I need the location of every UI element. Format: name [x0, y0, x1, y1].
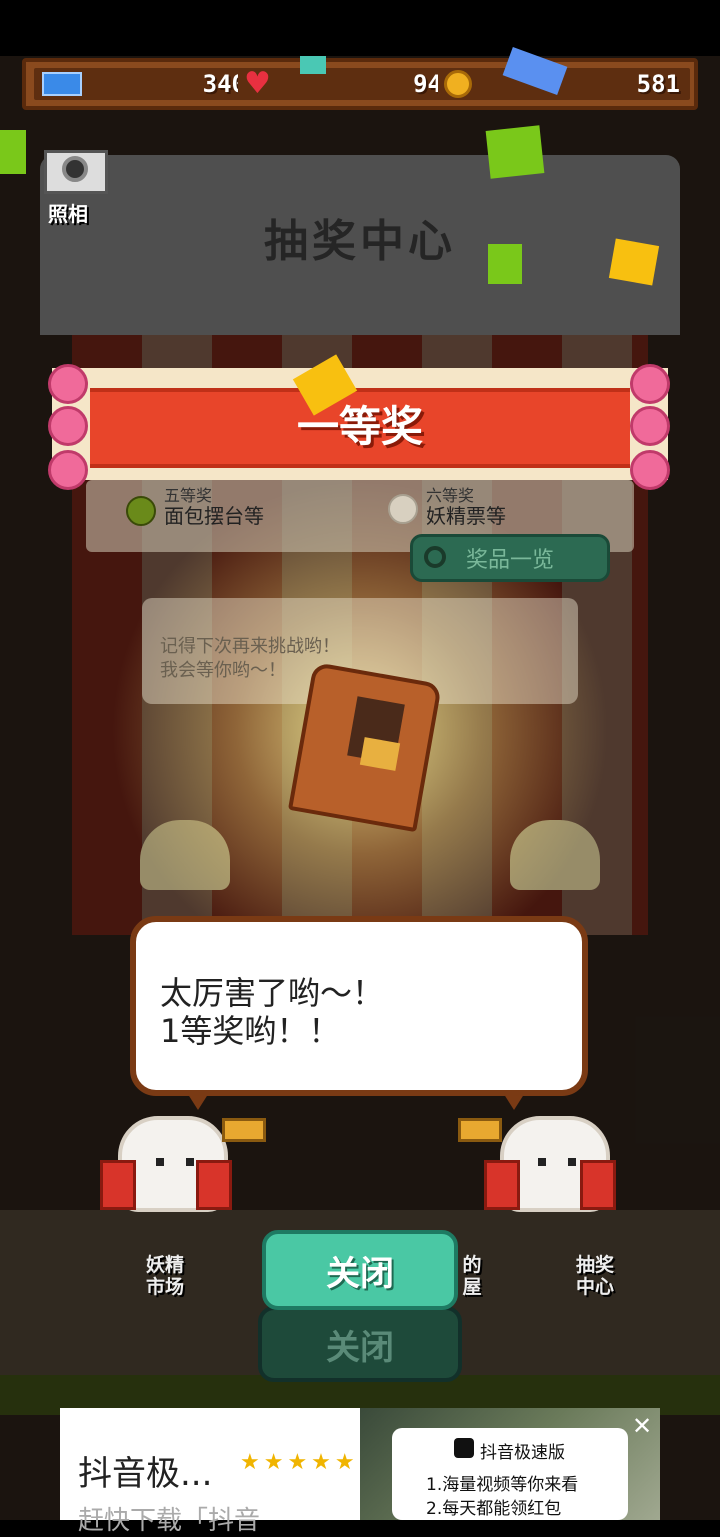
chick-eye — [156, 1158, 164, 1166]
ad-close-icon[interactable]: ✕ — [628, 1412, 656, 1440]
prize-6-dot — [388, 494, 418, 524]
ad-line-2: 2.每天都能领红包 — [426, 1499, 562, 1519]
prize-banner-text: 一等奖 — [296, 402, 423, 451]
building-label-house[interactable]: 的 屋 — [452, 1254, 492, 1298]
ad-subtitle: 赶快下载「抖音 — [78, 1506, 261, 1536]
confetti — [300, 56, 326, 74]
rose-icon — [630, 450, 670, 490]
ad-line-1: 1.海量视频等你来看 — [426, 1475, 579, 1495]
building-label-lottery[interactable]: 抽奖 中心 — [570, 1254, 620, 1298]
building-label-line: 屋 — [462, 1276, 482, 1298]
rose-icon — [630, 406, 670, 446]
chick-eye — [568, 1158, 576, 1166]
building-label-line: 妖精 — [145, 1254, 184, 1276]
rose-icon — [48, 364, 88, 404]
rose-icon — [630, 364, 670, 404]
confetti — [0, 130, 26, 174]
confetti — [488, 244, 522, 284]
camera-label: 照相 — [48, 202, 88, 226]
building-label-market[interactable]: 妖精 市场 — [140, 1254, 190, 1298]
confetti — [608, 238, 660, 286]
rose-icon — [48, 406, 88, 446]
prize-list-label: 奖品一览 — [466, 548, 555, 573]
coins-value: 581 — [636, 70, 680, 98]
search-icon — [424, 546, 446, 568]
ad-title: 抖音极... — [78, 1454, 213, 1494]
ad-brand: 抖音极速版 — [480, 1443, 565, 1463]
prize-6-name: 妖精票等 — [426, 504, 506, 528]
resource-bar: 340 ♥ 94 581 — [22, 58, 698, 110]
chick-eye — [538, 1158, 546, 1166]
close-button-shadow-label: 关闭 — [326, 1328, 394, 1368]
chick-wing — [484, 1160, 520, 1210]
prize-5-name: 面包摆台等 — [164, 504, 264, 528]
chick-eye — [186, 1158, 194, 1166]
building-label-line: 抽奖 — [575, 1254, 614, 1276]
building-label-line: 的 — [462, 1254, 482, 1276]
building-label-line: 市场 — [145, 1276, 184, 1298]
tiktok-icon — [454, 1438, 474, 1458]
close-button-label: 关闭 — [326, 1254, 394, 1294]
faded-line-1: 记得下次再来挑战哟！ — [160, 636, 340, 657]
trumpet-icon — [222, 1118, 266, 1142]
faded-line-2: 我会等你哟～！ — [160, 660, 286, 681]
heart-icon: ♥ — [244, 66, 271, 101]
confetti — [485, 125, 545, 179]
chick-wing — [196, 1160, 232, 1210]
camera-icon — [62, 156, 88, 182]
coin-icon — [444, 70, 472, 98]
chick-wing — [580, 1160, 616, 1210]
chick-wing — [100, 1160, 136, 1210]
ad-rating: ★★★★★ — [240, 1450, 359, 1475]
rose-icon — [48, 450, 88, 490]
prize-5-dot — [126, 496, 156, 526]
trumpet-icon — [458, 1118, 502, 1142]
ticket-icon — [42, 72, 82, 96]
tickets-counter: 340 — [34, 68, 256, 100]
hearts-counter: ♥ 94 — [238, 68, 452, 100]
dialogue-line-2: 1等奖哟！！ — [160, 1012, 341, 1050]
building-label-line: 中心 — [575, 1276, 614, 1298]
prize-item-glove — [359, 737, 401, 771]
